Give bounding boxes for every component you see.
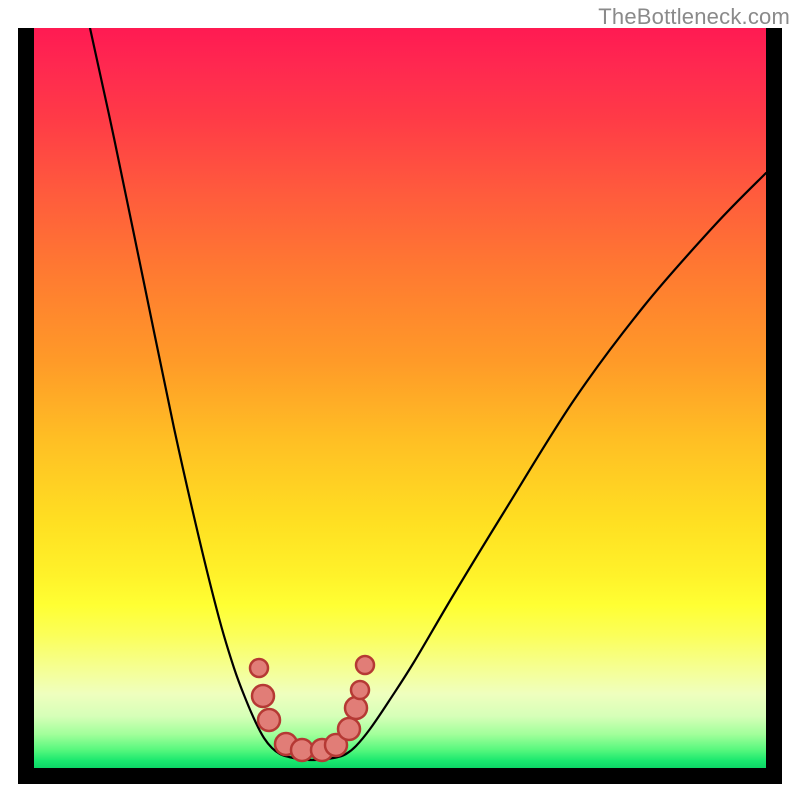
- attribution-text: TheBottleneck.com: [598, 4, 790, 30]
- gradient-background: [34, 28, 766, 768]
- plot-area: [34, 28, 766, 768]
- chart-stage: TheBottleneck.com: [0, 0, 800, 800]
- plot-frame: [18, 28, 782, 784]
